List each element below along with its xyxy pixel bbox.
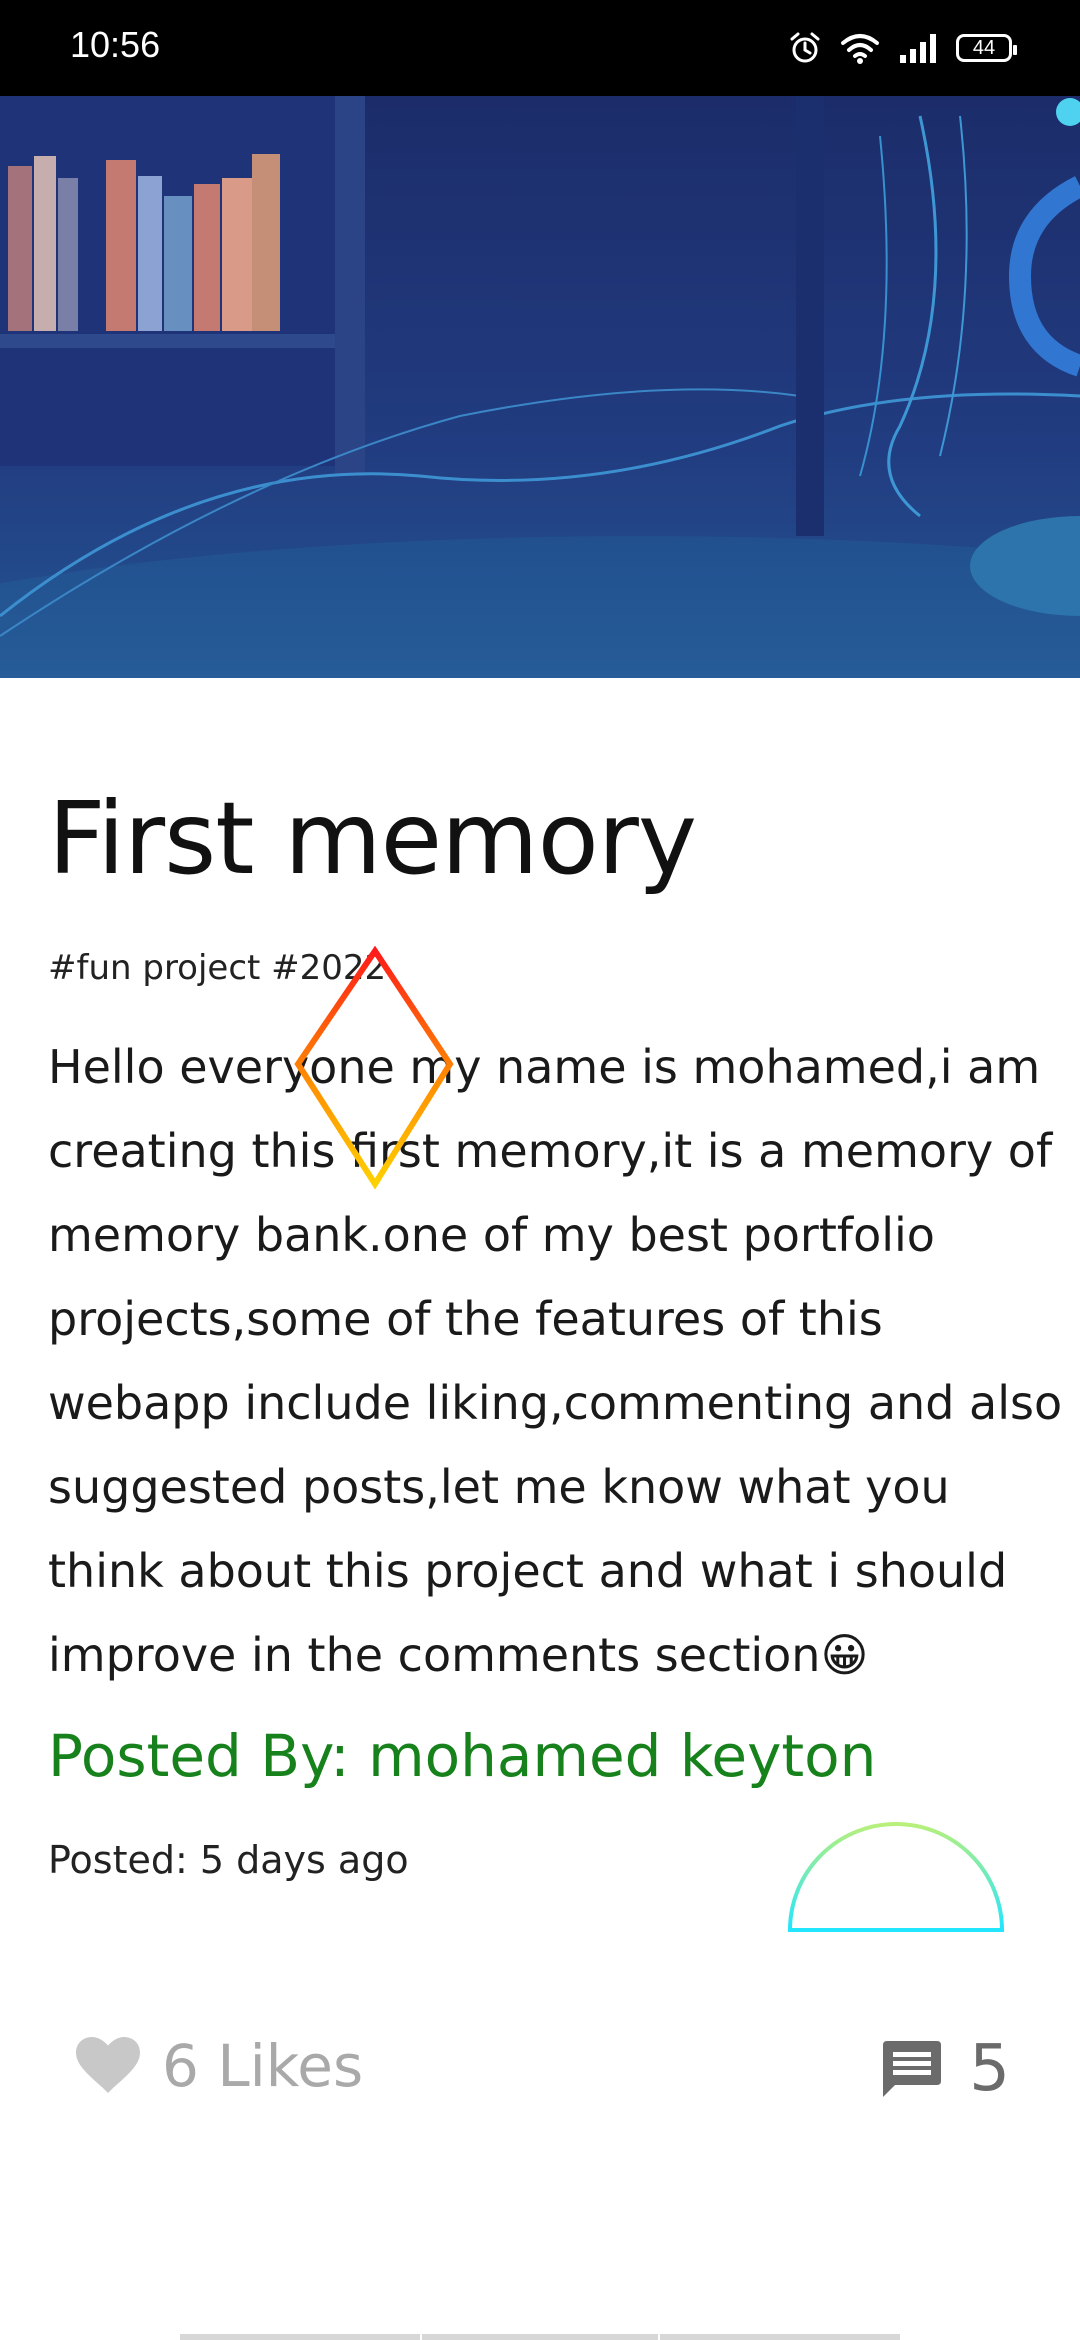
post-body-line: creating this first memory,it is a memor…: [48, 1124, 1053, 1178]
signal-icon: [900, 34, 936, 63]
post-body-line: webapp include liking,commenting and als…: [48, 1376, 1063, 1430]
comments-count: 5: [969, 2032, 1010, 2106]
post-body: Hello everyone my name is mohamed,i am c…: [48, 1025, 1063, 1697]
post-body-line: think about this project and what i shou…: [48, 1544, 1008, 1598]
post-body-line: projects,some of the features of this: [48, 1292, 883, 1346]
status-icons: 44: [788, 28, 1017, 68]
status-time: 10:56: [70, 24, 161, 65]
comments-button[interactable]: 5: [879, 2032, 1010, 2106]
status-bar: 10:56 44: [0, 0, 1080, 96]
post-body-line: improve in the comments section😀: [48, 1628, 869, 1682]
cover-image: [0, 96, 1080, 678]
bottom-scroll-indicator: [0, 2334, 1080, 2340]
wifi-icon: [841, 34, 879, 64]
post-title: First memory: [48, 780, 697, 897]
alarm-icon: [790, 32, 820, 63]
post-author[interactable]: Posted By: mohamed keyton: [48, 1722, 876, 1790]
like-button[interactable]: 6 Likes: [76, 2032, 363, 2100]
comment-icon[interactable]: [879, 2037, 943, 2101]
post-timestamp: Posted: 5 days ago: [48, 1838, 409, 1882]
heart-icon[interactable]: [76, 2037, 140, 2095]
semicircle-shape: [787, 1822, 1005, 1932]
diamond-shape: [294, 946, 454, 1190]
post-body-line: suggested posts,let me know what you: [48, 1460, 950, 1514]
likes-count: 6 Likes: [162, 2032, 364, 2100]
battery-icon: 44: [956, 34, 1017, 62]
post-body-line: Hello everyone my name is mohamed,i am: [48, 1040, 1041, 1094]
post-body-line: memory bank.one of my best portfolio: [48, 1208, 935, 1262]
